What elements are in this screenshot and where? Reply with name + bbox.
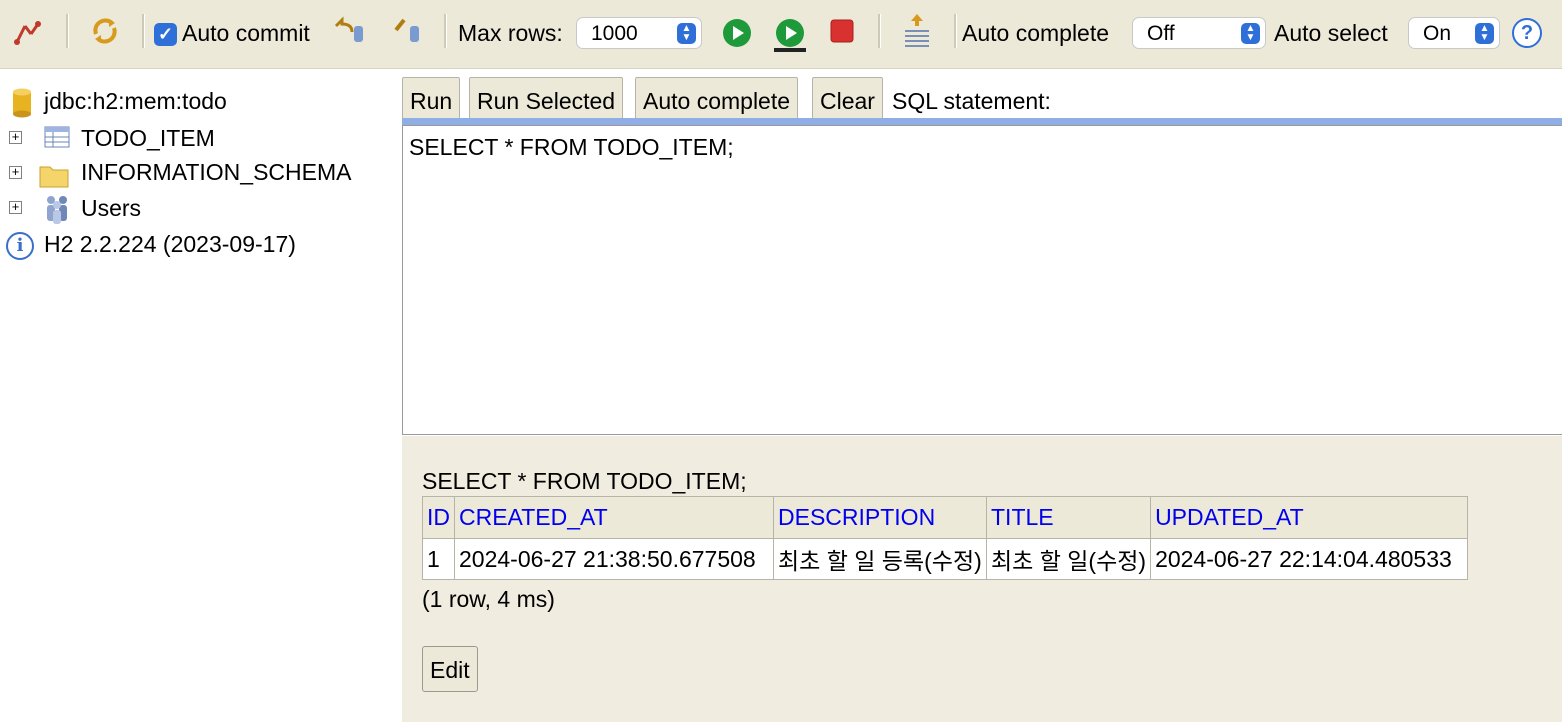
auto-select-select[interactable]: On ▲ ▼ (1408, 17, 1500, 49)
column-header-created-at[interactable]: CREATED_AT (454, 496, 774, 539)
sql-editor[interactable]: SELECT * FROM TODO_ITEM; (402, 125, 1562, 435)
toolbar-separator (954, 14, 957, 48)
auto-complete-label: Auto complete (962, 20, 1110, 46)
chevron-updown-icon: ▲ ▼ (677, 23, 696, 44)
cell-updated-at: 2024-06-27 22:14:04.480533 (1150, 538, 1469, 580)
cell-id: 1 (422, 538, 455, 580)
edit-button[interactable]: Edit (422, 646, 478, 692)
commit-icon[interactable] (392, 16, 426, 51)
table-row: 1 2024-06-27 21:38:50.677508 최초 할 일 등록(수… (422, 538, 1469, 580)
cell-created-at: 2024-06-27 21:38:50.677508 (454, 538, 774, 580)
expand-icon[interactable]: + (9, 200, 22, 214)
column-header-updated-at[interactable]: UPDATED_AT (1150, 496, 1469, 539)
folder-icon (38, 161, 70, 194)
help-icon[interactable]: ? (1512, 18, 1542, 48)
auto-complete-button[interactable]: Auto complete (635, 77, 799, 123)
auto-select-value: On (1423, 22, 1452, 45)
auto-complete-select[interactable]: Off ▲ ▼ (1132, 17, 1266, 49)
object-tree: jdbc:h2:mem:todo + TODO_ITEM + INFORMATI… (0, 69, 400, 722)
result-query: SELECT * FROM TODO_ITEM; (422, 468, 747, 494)
auto-commit-label: Auto commit (182, 20, 310, 46)
auto-commit-checkbox[interactable]: ✓ (154, 23, 177, 46)
chevron-updown-icon: ▲ ▼ (1241, 23, 1260, 44)
connection-url: jdbc:h2:mem:todo (44, 88, 227, 114)
table-header-row: ID CREATED_AT DESCRIPTION TITLE UPDATED_… (422, 496, 1469, 539)
run-button[interactable]: Run (402, 77, 461, 123)
result-summary: (1 row, 4 ms) (422, 586, 555, 612)
auto-complete-value: Off (1147, 22, 1175, 45)
users-icon (42, 193, 72, 230)
database-icon (12, 88, 32, 123)
expand-icon[interactable]: + (9, 130, 22, 144)
toolbar-separator (66, 14, 69, 48)
run-icon[interactable] (721, 17, 753, 54)
column-header-id[interactable]: ID (422, 496, 455, 539)
expand-icon[interactable]: + (9, 165, 22, 179)
column-header-description[interactable]: DESCRIPTION (773, 496, 987, 539)
clear-button[interactable]: Clear (812, 77, 883, 123)
refresh-icon[interactable] (88, 14, 122, 53)
sql-statement-label: SQL statement: (892, 88, 1051, 114)
stop-icon[interactable] (830, 19, 854, 48)
history-icon[interactable] (902, 12, 932, 55)
column-header-title[interactable]: TITLE (985, 496, 1152, 539)
sql-text: SELECT * FROM TODO_ITEM; (409, 134, 734, 160)
toolbar: ✓ Auto commit Max rows: 1000 ▲ ▼ Auto co… (0, 0, 1562, 69)
toolbar-separator (444, 14, 447, 48)
chevron-updown-icon: ▲ ▼ (1475, 23, 1494, 44)
info-icon: i (6, 232, 34, 260)
rollback-icon[interactable] (332, 16, 366, 51)
max-rows-label: Max rows: (458, 20, 563, 46)
max-rows-select[interactable]: 1000 ▲ ▼ (576, 17, 702, 49)
disconnect-icon[interactable] (12, 16, 44, 53)
query-button-bar: Run Run Selected Auto complete Clear SQL… (402, 69, 1562, 124)
cell-description: 최초 할 일 등록(수정) (773, 538, 987, 580)
run-selected-button[interactable]: Run Selected (469, 77, 624, 123)
run-selected-icon[interactable] (772, 17, 808, 58)
tree-item-todo-item[interactable]: TODO_ITEM (81, 125, 215, 152)
tree-item-information-schema[interactable]: INFORMATION_SCHEMA (81, 159, 351, 186)
tree-item-users[interactable]: Users (81, 195, 141, 222)
max-rows-value: 1000 (591, 22, 638, 45)
table-icon (44, 125, 70, 154)
cell-title: 최초 할 일(수정) (985, 538, 1152, 580)
auto-select-label: Auto select (1274, 20, 1388, 46)
toolbar-separator (878, 14, 881, 48)
editor-divider (402, 118, 1562, 125)
toolbar-separator (142, 14, 145, 48)
version-label: H2 2.2.224 (2023-09-17) (44, 231, 296, 257)
results-table: ID CREATED_AT DESCRIPTION TITLE UPDATED_… (422, 496, 1469, 580)
